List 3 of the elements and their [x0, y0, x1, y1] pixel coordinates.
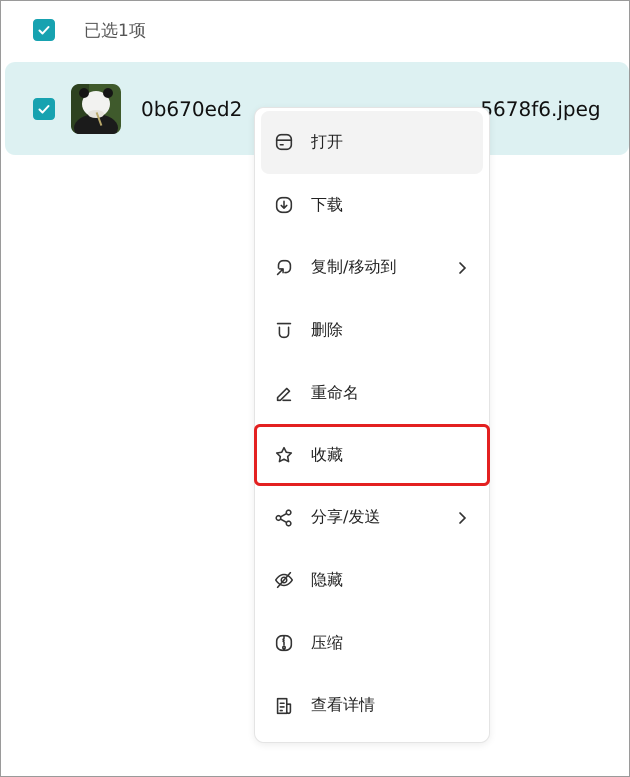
selection-count: 已选1项	[84, 20, 146, 42]
file-name: 5678f6.jpeg	[480, 96, 601, 120]
file-name: 0b670ed2	[141, 96, 242, 120]
